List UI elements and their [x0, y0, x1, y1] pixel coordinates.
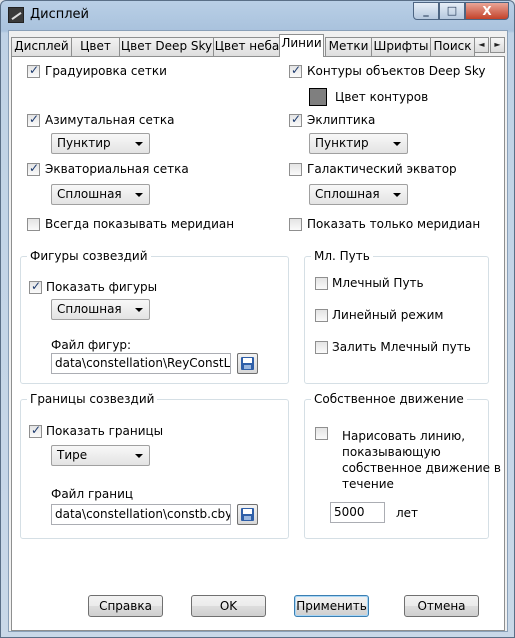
show-boundaries-checkbox[interactable]: [29, 423, 42, 438]
lines-tab-panel: Градуировка сетки Азимутальная сетка Пун…: [11, 56, 505, 631]
equatorial-style-select[interactable]: Сплошная: [51, 184, 150, 205]
draw-proper-motion-label-4: течение: [342, 477, 394, 491]
figures-file-field[interactable]: data\constellation\ReyConstL.cln: [51, 353, 231, 374]
dialog-window: Дисплей _ □ X Дисплей Цвет Цвет Deep Sky…: [0, 0, 515, 638]
help-button[interactable]: Справка: [88, 595, 163, 617]
equatorial-style-value: Сплошная: [57, 187, 122, 201]
save-file-icon: [241, 357, 254, 370]
galactic-style-select[interactable]: Сплошная: [309, 184, 408, 205]
draw-proper-motion-checkbox[interactable]: [315, 427, 328, 440]
azimuthal-style-value: Пунктир: [57, 136, 111, 150]
fill-milky-way-label: Залить Млечный путь: [332, 340, 471, 354]
years-field[interactable]: 5000: [330, 502, 385, 523]
deepsky-outlines-label: Контуры объектов Deep Sky: [307, 64, 486, 78]
tab-labels[interactable]: Метки: [325, 37, 372, 56]
galactic-equator-label: Галактический экватор: [307, 162, 457, 176]
show-figures-checkbox[interactable]: [29, 279, 42, 294]
galactic-equator-checkbox[interactable]: [289, 163, 302, 176]
caption-buttons: _ □ X: [413, 2, 509, 20]
galactic-style-value: Сплошная: [315, 187, 380, 201]
figures-style-select[interactable]: Сплошная: [51, 299, 150, 320]
draw-proper-motion-label-3: собственное движение в: [342, 461, 501, 475]
minimize-icon: _: [423, 4, 429, 17]
figures-file-browse-button[interactable]: [237, 353, 258, 374]
boundaries-file-field[interactable]: data\constellation\constb.cby: [51, 504, 231, 525]
tab-fonts[interactable]: Шрифты: [371, 37, 431, 56]
ecliptic-label: Эклиптика: [307, 113, 376, 127]
grid-checkbox[interactable]: [27, 63, 40, 78]
constellation-boundaries-group: Границы созвездий Показать границы Тире …: [20, 392, 289, 539]
constellation-figures-title: Фигуры созвездий: [27, 249, 151, 263]
chevron-down-icon: [393, 142, 401, 146]
grid-label: Градуировка сетки: [45, 64, 167, 78]
tab-sky-color[interactable]: Цвет неба: [213, 37, 281, 56]
milky-way-group: Мл. Путь Млечный Путь Линейный режим Зал…: [304, 249, 489, 384]
constellation-boundaries-title: Границы созвездий: [27, 392, 158, 406]
ok-button[interactable]: OK: [191, 595, 266, 617]
cancel-button[interactable]: Отмена: [404, 595, 479, 617]
milky-way-title: Мл. Путь: [311, 249, 373, 263]
title-bar[interactable]: Дисплей _ □ X: [1, 1, 514, 29]
tab-strip: Дисплей Цвет Цвет Deep Sky Цвет неба Лин…: [11, 34, 505, 57]
chevron-down-icon: [393, 193, 401, 197]
tab-search[interactable]: Поиск: [430, 37, 475, 56]
equatorial-grid-checkbox[interactable]: [27, 161, 40, 176]
boundaries-style-select[interactable]: Тире: [51, 445, 150, 466]
proper-motion-title: Собственное движение: [311, 392, 467, 406]
draw-proper-motion-label-2: показывающую: [342, 445, 441, 459]
maximize-icon: □: [446, 4, 458, 17]
azimuthal-grid-checkbox[interactable]: [27, 112, 40, 127]
show-boundaries-label: Показать границы: [46, 424, 164, 438]
tab-color[interactable]: Цвет: [71, 37, 120, 56]
tab-display[interactable]: Дисплей: [11, 37, 72, 56]
equatorial-grid-label: Экваториальная сетка: [45, 162, 189, 176]
minimize-button[interactable]: _: [413, 2, 439, 20]
proper-motion-group: Собственное движение Нарисовать линию, п…: [304, 392, 501, 539]
app-icon: [8, 7, 24, 23]
dialog-client: Дисплей Цвет Цвет Deep Sky Цвет неба Лин…: [8, 30, 508, 632]
boundaries-file-browse-button[interactable]: [237, 504, 258, 525]
years-unit-label: лет: [396, 506, 419, 520]
only-meridian-label: Показать только меридиан: [307, 217, 481, 231]
figures-style-value: Сплошная: [57, 302, 122, 316]
maximize-button[interactable]: □: [439, 2, 465, 20]
azimuthal-style-select[interactable]: Пунктир: [51, 133, 150, 154]
constellation-figures-group: Фигуры созвездий Показать фигуры Сплошна…: [20, 249, 289, 384]
outline-color-swatch[interactable]: [309, 88, 327, 106]
tab-deepsky-color[interactable]: Цвет Deep Sky: [119, 37, 214, 56]
always-meridian-checkbox[interactable]: [27, 218, 40, 231]
window-title: Дисплей: [30, 7, 90, 22]
chevron-down-icon: [135, 142, 143, 146]
linear-mode-checkbox[interactable]: [315, 309, 328, 322]
ecliptic-style-value: Пунктир: [315, 136, 369, 150]
chevron-down-icon: [135, 454, 143, 458]
fill-milky-way-checkbox[interactable]: [315, 341, 328, 354]
show-figures-label: Показать фигуры: [46, 280, 158, 294]
chevron-down-icon: [135, 193, 143, 197]
draw-proper-motion-label-1: Нарисовать линию,: [342, 429, 466, 443]
boundaries-style-value: Тире: [57, 448, 88, 462]
chevron-down-icon: [135, 308, 143, 312]
only-meridian-checkbox[interactable]: [289, 218, 302, 231]
always-meridian-label: Всегда показывать меридиан: [45, 217, 235, 231]
azimuthal-grid-label: Азимутальная сетка: [45, 113, 175, 127]
apply-button[interactable]: Применить: [294, 595, 369, 617]
milky-way-checkbox[interactable]: [315, 277, 328, 290]
boundaries-file-label: Файл границ: [51, 487, 134, 501]
tab-scroll-left-button[interactable]: ◄: [474, 37, 489, 53]
milky-way-label: Млечный Путь: [332, 276, 424, 290]
outline-color-label: Цвет контуров: [335, 90, 429, 104]
ecliptic-style-select[interactable]: Пунктир: [309, 133, 408, 154]
close-icon: X: [482, 4, 492, 18]
save-file-icon: [241, 508, 254, 521]
tab-lines[interactable]: Линии: [279, 34, 324, 57]
deepsky-outlines-checkbox[interactable]: [289, 63, 302, 78]
linear-mode-label: Линейный режим: [332, 308, 444, 322]
ecliptic-checkbox[interactable]: [289, 112, 302, 127]
close-button[interactable]: X: [465, 2, 509, 20]
figures-file-label: Файл фигур:: [51, 338, 132, 352]
tab-scroll-right-button[interactable]: ►: [490, 37, 505, 53]
